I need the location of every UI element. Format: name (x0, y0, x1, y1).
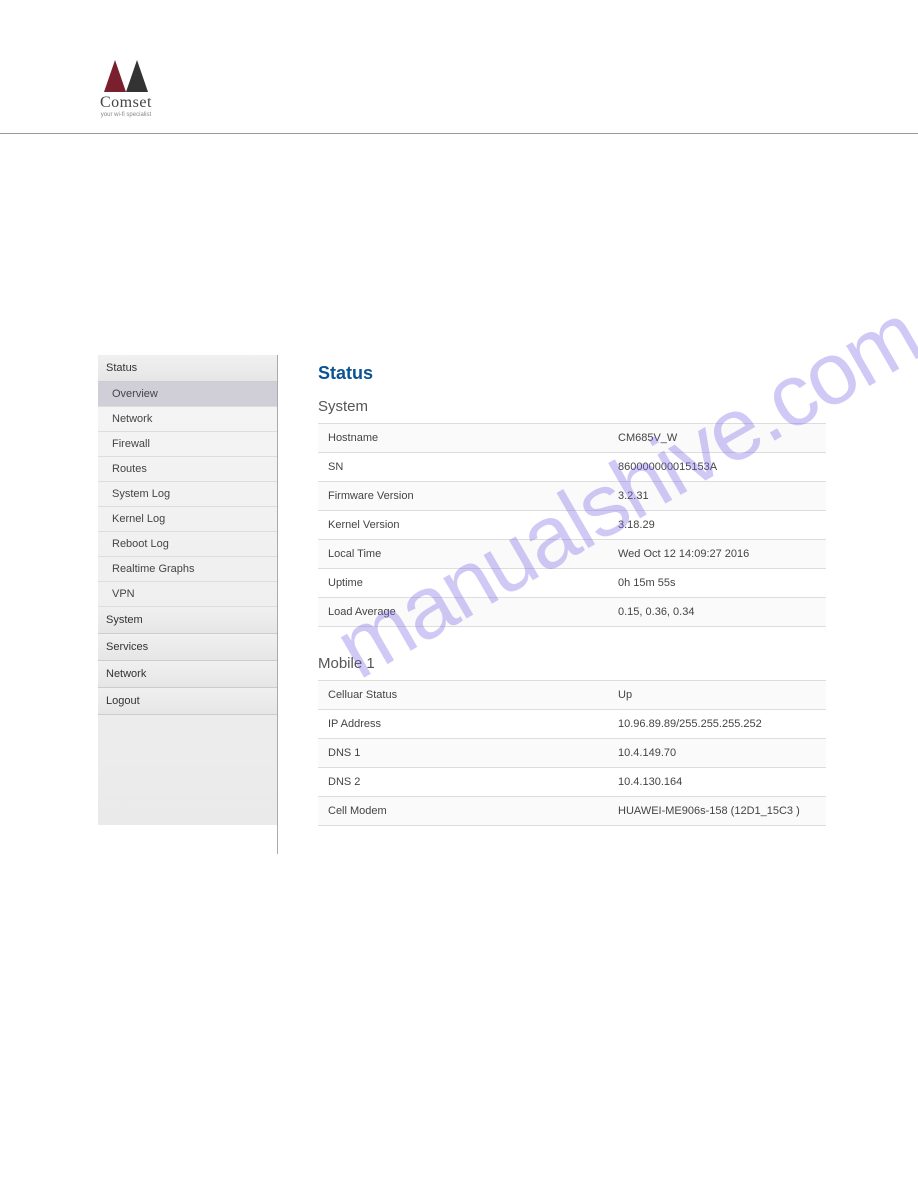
sidebar-item-kernel-log[interactable]: Kernel Log (98, 507, 277, 532)
table-row: Celluar StatusUp (318, 681, 826, 710)
sidebar-section-network[interactable]: Network (98, 661, 277, 688)
row-value: HUAWEI-ME906s-158 (12D1_15C3 ) (608, 797, 826, 826)
logo-brand: Comset (100, 94, 152, 112)
section-heading: Mobile 1 (318, 655, 826, 672)
section-heading: System (318, 398, 826, 415)
comset-logo: Comset your wi-fi specialist (100, 60, 152, 118)
row-value: 10.96.89.89/255.255.255.252 (608, 710, 826, 739)
row-label: Local Time (318, 540, 608, 569)
sidebar-item-reboot-log[interactable]: Reboot Log (98, 532, 277, 557)
row-label: Cell Modem (318, 797, 608, 826)
sidebar-section-services[interactable]: Services (98, 634, 277, 661)
row-value: 0h 15m 55s (608, 569, 826, 598)
table-row: DNS 210.4.130.164 (318, 768, 826, 797)
row-label: Celluar Status (318, 681, 608, 710)
row-label: Kernel Version (318, 511, 608, 540)
row-value: 860000000015153A (608, 453, 826, 482)
table-row: SN860000000015153A (318, 453, 826, 482)
sidebar-item-system-log[interactable]: System Log (98, 482, 277, 507)
table-row: Local TimeWed Oct 12 14:09:27 2016 (318, 540, 826, 569)
sidebar-section-logout[interactable]: Logout (98, 688, 277, 715)
row-value: CM685V_W (608, 424, 826, 453)
table-row: Load Average0.15, 0.36, 0.34 (318, 598, 826, 627)
row-value: 3.18.29 (608, 511, 826, 540)
info-table-system: HostnameCM685V_WSN860000000015153AFirmwa… (318, 423, 826, 627)
row-label: Load Average (318, 598, 608, 627)
main-content: Status System HostnameCM685V_WSN860000000… (278, 355, 826, 854)
table-row: Kernel Version3.18.29 (318, 511, 826, 540)
logo-icon (104, 60, 148, 92)
sidebar-item-vpn[interactable]: VPN (98, 582, 277, 607)
table-row: IP Address10.96.89.89/255.255.255.252 (318, 710, 826, 739)
info-table-mobile-1: Celluar StatusUpIP Address10.96.89.89/25… (318, 680, 826, 826)
table-row: Cell ModemHUAWEI-ME906s-158 (12D1_15C3 ) (318, 797, 826, 826)
sidebar-item-routes[interactable]: Routes (98, 457, 277, 482)
sidebar-item-network[interactable]: Network (98, 407, 277, 432)
sidebar-item-firewall[interactable]: Firewall (98, 432, 277, 457)
table-row: HostnameCM685V_W (318, 424, 826, 453)
router-admin-screenshot: StatusOverviewNetworkFirewallRoutesSyste… (98, 355, 826, 854)
row-label: Uptime (318, 569, 608, 598)
table-row: Uptime0h 15m 55s (318, 569, 826, 598)
row-label: Hostname (318, 424, 608, 453)
sidebar-item-overview[interactable]: Overview (98, 382, 277, 407)
row-value: Up (608, 681, 826, 710)
row-value: Wed Oct 12 14:09:27 2016 (608, 540, 826, 569)
row-label: IP Address (318, 710, 608, 739)
row-value: 0.15, 0.36, 0.34 (608, 598, 826, 627)
table-row: DNS 110.4.149.70 (318, 739, 826, 768)
table-row: Firmware Version3.2.31 (318, 482, 826, 511)
sidebar: StatusOverviewNetworkFirewallRoutesSyste… (98, 355, 278, 854)
row-value: 3.2.31 (608, 482, 826, 511)
sidebar-item-realtime-graphs[interactable]: Realtime Graphs (98, 557, 277, 582)
document-header: Comset your wi-fi specialist (0, 0, 918, 134)
row-label: Firmware Version (318, 482, 608, 511)
sidebar-section-status[interactable]: Status (98, 355, 277, 382)
logo-tagline: your wi-fi specialist (100, 112, 152, 118)
row-label: SN (318, 453, 608, 482)
page-title: Status (318, 363, 826, 384)
row-label: DNS 1 (318, 739, 608, 768)
row-value: 10.4.130.164 (608, 768, 826, 797)
row-value: 10.4.149.70 (608, 739, 826, 768)
row-label: DNS 2 (318, 768, 608, 797)
sidebar-section-system[interactable]: System (98, 607, 277, 634)
